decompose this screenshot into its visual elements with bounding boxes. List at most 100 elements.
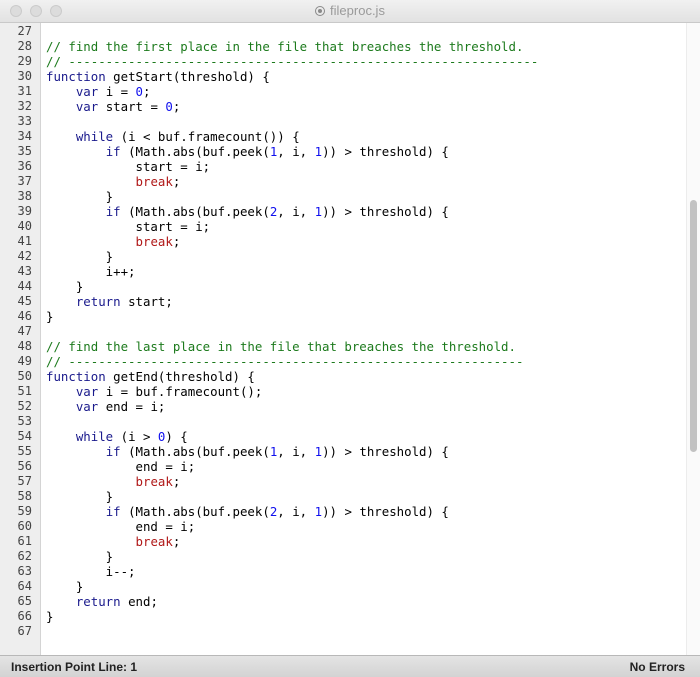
code-token: i++;: [46, 264, 136, 279]
code-line[interactable]: if (Math.abs(buf.peek(1, i, 1)) > thresh…: [46, 144, 538, 159]
code-token: var: [75, 384, 99, 399]
code-line[interactable]: }: [46, 609, 538, 624]
code-token: i = buf.framecount();: [98, 384, 263, 399]
code-line[interactable]: var end = i;: [46, 399, 538, 414]
line-number: 53: [17, 414, 32, 428]
code-line[interactable]: return end;: [46, 594, 538, 609]
line-number: 60: [17, 519, 32, 533]
code-token: return: [75, 594, 121, 609]
code-line[interactable]: }: [46, 249, 538, 264]
code-line[interactable]: break;: [46, 234, 538, 249]
status-bar: Insertion Point Line: 1 No Errors: [0, 655, 700, 677]
line-number: 29: [17, 54, 32, 68]
code-line[interactable]: i++;: [46, 264, 538, 279]
code-editor[interactable]: // find the first place in the file that…: [41, 23, 686, 655]
code-token: break: [135, 474, 173, 489]
code-token: (i >: [113, 429, 158, 444]
line-number: 43: [17, 264, 32, 278]
code-line[interactable]: // find the last place in the file that …: [46, 339, 538, 354]
line-number: 46: [17, 309, 32, 323]
code-line[interactable]: // -------------------------------------…: [46, 354, 538, 369]
code-line[interactable]: }: [46, 579, 538, 594]
code-line[interactable]: [46, 414, 538, 429]
code-line[interactable]: while (i > 0) {: [46, 429, 538, 444]
code-token: start = i;: [46, 219, 211, 234]
code-token: i =: [98, 84, 136, 99]
vertical-scrollbar[interactable]: [686, 23, 700, 655]
code-token: ;: [172, 99, 181, 114]
code-token: start =: [98, 99, 166, 114]
line-number: 55: [17, 444, 32, 458]
code-line[interactable]: i--;: [46, 564, 538, 579]
code-line[interactable]: break;: [46, 474, 538, 489]
code-line[interactable]: function getStart(threshold) {: [46, 69, 538, 84]
code-token: start = i;: [46, 159, 211, 174]
code-token: 0: [135, 84, 144, 99]
code-line[interactable]: return start;: [46, 294, 538, 309]
line-number: 45: [17, 294, 32, 308]
editor-window: fileproc.js 27 28 29 30 31 32 33 34 35 36 37 38 39 40…: [0, 0, 700, 677]
code-token: end;: [120, 594, 158, 609]
title-bar[interactable]: fileproc.js: [0, 0, 700, 23]
code-token: )) > threshold) {: [322, 444, 449, 459]
code-line[interactable]: end = i;: [46, 519, 538, 534]
code-token: , i,: [277, 204, 315, 219]
code-token: // -------------------------------------…: [46, 354, 524, 369]
code-line[interactable]: start = i;: [46, 219, 538, 234]
code-token: break: [135, 174, 173, 189]
error-status: No Errors: [629, 660, 685, 674]
code-token: getStart(threshold) {: [105, 69, 270, 84]
code-line[interactable]: [46, 114, 538, 129]
code-line[interactable]: end = i;: [46, 459, 538, 474]
code-token: start;: [120, 294, 173, 309]
code-line[interactable]: break;: [46, 174, 538, 189]
scrollbar-thumb[interactable]: [690, 200, 697, 452]
line-number: 63: [17, 564, 32, 578]
code-line[interactable]: if (Math.abs(buf.peek(1, i, 1)) > thresh…: [46, 444, 538, 459]
code-line[interactable]: break;: [46, 534, 538, 549]
code-line[interactable]: }: [46, 309, 538, 324]
code-line[interactable]: [46, 24, 538, 39]
code-line[interactable]: if (Math.abs(buf.peek(2, i, 1)) > thresh…: [46, 504, 538, 519]
code-token: ) {: [165, 429, 188, 444]
code-line[interactable]: }: [46, 189, 538, 204]
line-number: 59: [17, 504, 32, 518]
code-line[interactable]: }: [46, 279, 538, 294]
line-number: 35: [17, 144, 32, 158]
code-line[interactable]: var i = 0;: [46, 84, 538, 99]
code-token: if: [105, 444, 121, 459]
code-line[interactable]: while (i < buf.framecount()) {: [46, 129, 538, 144]
code-line[interactable]: function getEnd(threshold) {: [46, 369, 538, 384]
code-token: // find the last place in the file that …: [46, 339, 516, 354]
line-number: 30: [17, 69, 32, 83]
code-token: return: [75, 294, 121, 309]
code-line[interactable]: [46, 324, 538, 339]
code-line[interactable]: var i = buf.framecount();: [46, 384, 538, 399]
line-number: 44: [17, 279, 32, 293]
code-token: break: [135, 534, 173, 549]
code-token: ;: [172, 174, 181, 189]
code-line[interactable]: }: [46, 489, 538, 504]
code-line[interactable]: start = i;: [46, 159, 538, 174]
code-line[interactable]: var start = 0;: [46, 99, 538, 114]
code-token: )) > threshold) {: [322, 144, 449, 159]
code-line[interactable]: // -------------------------------------…: [46, 54, 538, 69]
line-number: 31: [17, 84, 32, 98]
line-number-gutter[interactable]: 27 28 29 30 31 32 33 34 35 36 37 38 39 40 41 42 43 44 45 46…: [0, 23, 41, 655]
code-line[interactable]: }: [46, 549, 538, 564]
line-number-list: 27 28 29 30 31 32 33 34 35 36 37 38 39 40 41 42 43 44 45 46…: [0, 24, 36, 639]
code-token: while: [75, 429, 114, 444]
code-line[interactable]: [46, 624, 538, 639]
code-text[interactable]: // find the first place in the file that…: [46, 24, 538, 639]
code-line[interactable]: // find the first place in the file that…: [46, 39, 538, 54]
code-token: ;: [172, 234, 181, 249]
code-token: (i < buf.framecount()) {: [113, 129, 300, 144]
code-token: (Math.abs(buf.peek(: [120, 204, 270, 219]
code-token: ;: [143, 84, 151, 99]
line-number: 33: [17, 114, 32, 128]
code-line[interactable]: if (Math.abs(buf.peek(2, i, 1)) > thresh…: [46, 204, 538, 219]
